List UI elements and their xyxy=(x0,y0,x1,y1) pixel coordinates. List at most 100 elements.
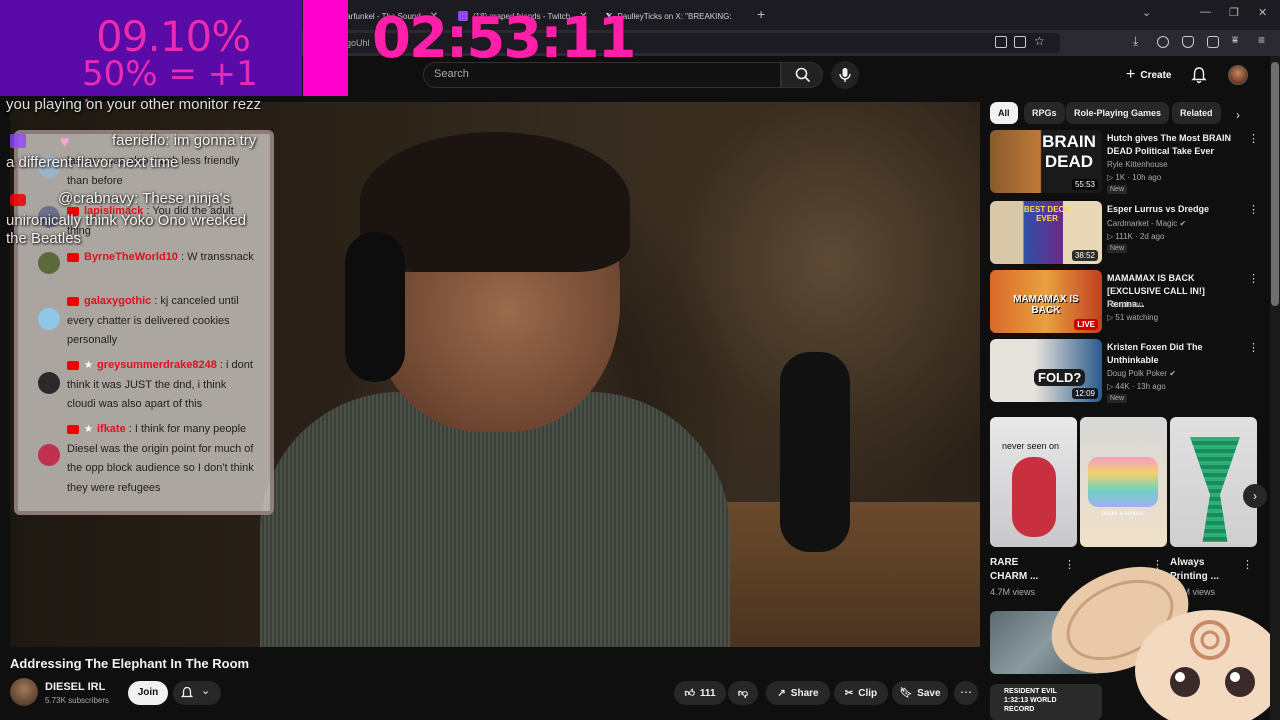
close-window-icon[interactable]: ✕ xyxy=(1258,6,1267,19)
chat-username: ifkate xyxy=(96,423,126,435)
short-thumbnail[interactable]: never seen on xyxy=(990,417,1077,547)
floating-chat-line: faerieflo: im gonna try xyxy=(112,132,257,149)
video-thumbnail: BRAIN DEAD 55:53 xyxy=(990,130,1102,193)
create-button[interactable]: + Create xyxy=(1118,62,1179,88)
recommendation-item[interactable]: BRAIN DEAD 55:53 Hutch gives The Most BR… xyxy=(990,130,1265,194)
rec-title: Kristen Foxen Did The Unthinkable xyxy=(1107,342,1203,365)
short-thumbnail[interactable]: packs a serious xyxy=(1080,417,1167,547)
dislike-button[interactable]: 👎︎ xyxy=(728,681,758,705)
rec-channel: Ryle Kittenhouse xyxy=(1107,160,1168,169)
more-options-icon[interactable]: ⋮ xyxy=(1248,132,1259,145)
picture-in-picture-icon[interactable] xyxy=(995,36,1007,48)
download-icon[interactable]: ⤓ xyxy=(1133,34,1145,48)
extensions-icon[interactable] xyxy=(1207,36,1219,48)
video-microphone xyxy=(780,352,850,552)
bookmark-star-icon[interactable]: ☆ xyxy=(1034,34,1046,48)
join-button[interactable]: Join xyxy=(128,681,168,705)
like-button[interactable]: 👍︎ 111 xyxy=(674,681,726,705)
reader-view-icon[interactable] xyxy=(1014,36,1026,48)
short-thumbnail[interactable] xyxy=(1170,417,1257,547)
overlay-pink-block xyxy=(303,0,348,96)
save-label: Save xyxy=(917,687,941,699)
rec-meta-text: 51 watching xyxy=(1115,313,1159,322)
rec-meta: ▷ 51 watching xyxy=(1107,313,1159,322)
new-tab-icon[interactable]: + xyxy=(757,6,765,22)
chat-avatar xyxy=(38,444,60,466)
rec-channel: Cardmarket - Magic ✔ xyxy=(1107,219,1186,228)
recommendation-item[interactable]: BEST DECK EVER 38:52 Esper Lurrus vs Dre… xyxy=(990,201,1265,265)
channel-avatar[interactable] xyxy=(10,678,38,706)
voice-search-button[interactable] xyxy=(831,61,859,89)
youtube-badge-icon xyxy=(67,252,79,262)
url-text: goUhl xyxy=(346,38,370,48)
floating-chat-line: the Beatles xyxy=(6,230,82,247)
user-avatar[interactable] xyxy=(1228,65,1248,85)
short-overlay-text: never seen on xyxy=(1002,441,1060,451)
save-button[interactable]: 🔖︎ Save xyxy=(892,681,948,705)
account-icon[interactable] xyxy=(1157,36,1169,48)
chat-avatar xyxy=(38,252,60,274)
menu-icon[interactable]: ≡ xyxy=(1258,33,1270,47)
scrollbar-thumb[interactable] xyxy=(1271,62,1279,306)
youtube-badge-icon xyxy=(67,360,79,370)
member-star-icon: ★ xyxy=(84,360,93,371)
clip-label: Clip xyxy=(858,687,878,699)
chevron-down-icon: ⌄ xyxy=(201,685,211,697)
shorts-next-button[interactable]: › xyxy=(1243,484,1267,508)
shield-icon[interactable] xyxy=(1182,36,1194,48)
duration-badge: 38:52 xyxy=(1071,250,1098,261)
stream-goal-overlay: 09.10% 50% = +1 hr xyxy=(0,0,302,134)
scissors-icon: ✂ xyxy=(844,687,854,699)
chip-rpgs[interactable]: RPGs xyxy=(1024,102,1065,124)
thumbnail-text: FOLD? xyxy=(1034,369,1086,386)
share-label: Share xyxy=(790,687,819,699)
chip-all[interactable]: All xyxy=(990,102,1018,124)
new-badge: New xyxy=(1107,244,1128,253)
search-button[interactable] xyxy=(781,62,823,88)
live-badge: LIVE xyxy=(1074,319,1098,330)
channel-name[interactable]: DIESEL IRL xyxy=(45,681,105,693)
member-star-icon: ★ xyxy=(84,424,93,435)
notification-settings-button[interactable]: ⌄ xyxy=(173,681,221,705)
more-dots-icon: ⋯ xyxy=(960,685,972,699)
video-title: Addressing The Elephant In The Room xyxy=(10,656,250,671)
bookmark-icon: 🔖︎ xyxy=(899,687,913,699)
more-options-icon[interactable]: ⋮ xyxy=(1248,341,1259,354)
chat-text: I think for many people Diesel was the o… xyxy=(67,423,254,494)
notifications-bell-icon[interactable] xyxy=(1190,66,1208,84)
more-options-icon[interactable]: ⋮ xyxy=(1248,203,1259,216)
minimize-icon[interactable]: — xyxy=(1200,6,1211,18)
chat-text: W transsnack xyxy=(187,251,254,263)
rec-meta: ▷ 111K · 2d ago xyxy=(1107,232,1165,241)
chip-role-playing-games[interactable]: Role-Playing Games xyxy=(1066,102,1170,124)
recommendation-item[interactable]: MAMAMAX IS BACK LIVE MAMAMAX IS BACK [EX… xyxy=(990,270,1265,334)
chip-related[interactable]: Related xyxy=(1172,102,1221,124)
twitch-icon xyxy=(10,134,26,148)
tab-list-chevron-icon[interactable]: ⌄ xyxy=(1142,6,1151,19)
rec-channel-text: Cardmarket - Magic xyxy=(1107,219,1178,228)
chat-username: greysummerdrake8248 xyxy=(96,359,217,371)
maximize-icon[interactable]: ❐ xyxy=(1229,6,1239,19)
youtube-badge-icon xyxy=(67,424,79,434)
clip-button[interactable]: ✂ Clip xyxy=(834,681,888,705)
chat-overlay: last arc was also much less friendly tha… xyxy=(14,130,274,515)
rec-meta: ▷ 44K · 13h ago xyxy=(1107,382,1166,391)
chevron-right-icon[interactable]: › xyxy=(1236,108,1240,122)
thumbs-up-icon: 👍︎ xyxy=(684,688,695,699)
more-options-icon[interactable]: ⋮ xyxy=(1248,272,1259,285)
floating-chat-line: @crabnavy: These ninja's xyxy=(58,190,231,207)
recommendation-item[interactable]: FOLD? 12:09 Kristen Foxen Did The Unthin… xyxy=(990,339,1265,403)
share-button[interactable]: ↗ Share xyxy=(766,681,830,705)
thumbnail-text: BRAIN DEAD xyxy=(1042,132,1096,171)
new-badge: New xyxy=(1107,394,1128,403)
more-actions-button[interactable]: ⋯ xyxy=(954,681,978,705)
thumbnail-text: BEST DECK EVER xyxy=(1023,205,1071,223)
chevron-right-icon: › xyxy=(1253,489,1257,503)
extension-icon[interactable]: ⩸ xyxy=(1232,35,1244,47)
video-headphone xyxy=(345,232,405,382)
microphone-icon xyxy=(839,68,851,82)
rec-meta-text: 44K · 13h ago xyxy=(1115,382,1166,391)
video-thumbnail: BEST DECK EVER 38:52 xyxy=(990,201,1102,264)
rec-meta-text: 1K · 10h ago xyxy=(1115,173,1162,182)
bell-icon xyxy=(180,686,194,698)
